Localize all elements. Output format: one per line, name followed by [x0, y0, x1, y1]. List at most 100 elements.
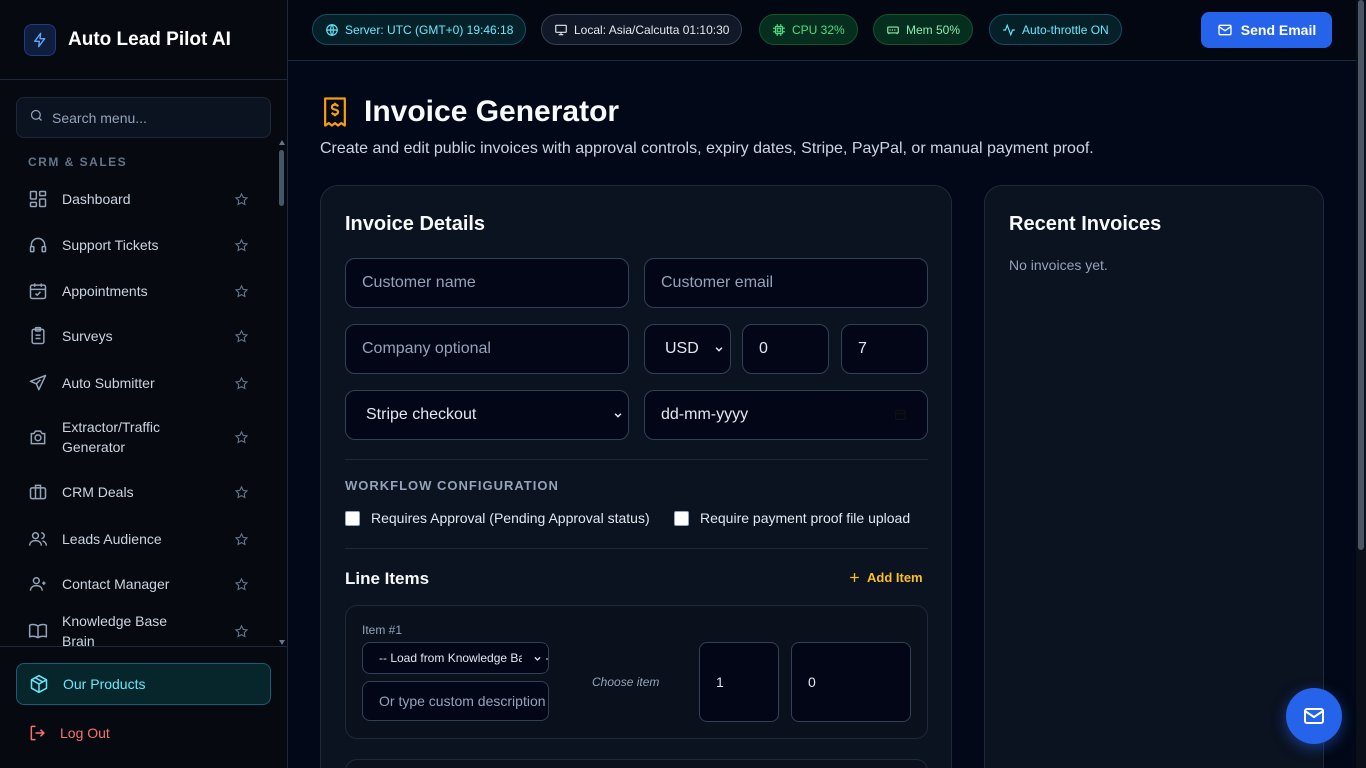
- mail-icon: [1304, 708, 1324, 724]
- line-item: Item #1 -- Load from Knowledge Base -- C…: [345, 605, 928, 739]
- our-products-button[interactable]: Our Products: [16, 663, 271, 705]
- sidebar-item-contact-manager[interactable]: Contact Manager: [16, 573, 271, 595]
- dashboard-icon: [29, 190, 47, 208]
- sidebar-item-dashboard[interactable]: Dashboard: [16, 188, 271, 210]
- our-products-label: Our Products: [63, 676, 146, 692]
- expiry-date-placeholder: dd-mm-yyyy: [644, 390, 928, 440]
- payment-method-select[interactable]: Stripe checkout: [345, 390, 629, 440]
- checkbox-box[interactable]: [674, 510, 689, 526]
- server-time-text: Server: UTC (GMT+0) 19:46:18: [345, 22, 514, 37]
- globe-icon: [326, 23, 338, 36]
- bolt-icon: [24, 23, 56, 56]
- auto-throttle-badge: Auto-throttle ON: [989, 14, 1122, 45]
- sidebar-item-label: Knowledge Base Brain: [62, 613, 168, 649]
- cpu-icon: [773, 23, 785, 36]
- customer-name-input[interactable]: [345, 258, 629, 308]
- sidebar-search[interactable]: [16, 97, 271, 138]
- local-time-text: Local: Asia/Calcutta 01:10:30: [574, 22, 730, 37]
- sidebar-item-appointments[interactable]: Appointments: [16, 280, 271, 302]
- briefcase-icon: [29, 484, 47, 500]
- page-scrollbar[interactable]: [1356, 0, 1366, 768]
- divider: [345, 548, 928, 549]
- star-icon[interactable]: [234, 485, 249, 500]
- send-email-label: Send Email: [1240, 22, 1317, 38]
- sidebar-item-label: Appointments: [62, 283, 148, 299]
- custom-description-input[interactable]: [362, 681, 549, 721]
- sidebar-item-label: Leads Audience: [62, 531, 162, 547]
- star-icon[interactable]: [234, 284, 249, 299]
- recent-invoices-empty: No invoices yet.: [1009, 257, 1108, 273]
- quantity-input[interactable]: [699, 642, 779, 722]
- requires-approval-checkbox[interactable]: Requires Approval (Pending Approval stat…: [345, 510, 650, 526]
- sidebar-item-surveys[interactable]: Surveys: [16, 325, 271, 347]
- divider: [345, 459, 928, 460]
- contacts-icon: [29, 577, 46, 591]
- sidebar-item-label: Contact Manager: [62, 576, 170, 592]
- sidebar-item-extractor[interactable]: Extractor/Traffic Generator: [16, 416, 271, 458]
- expiry-date-input[interactable]: dd-mm-yyyy: [644, 390, 928, 440]
- require-proof-label: Require payment proof file upload: [700, 510, 911, 526]
- cpu-badge: CPU 32%: [759, 14, 858, 45]
- star-icon[interactable]: [234, 532, 249, 547]
- sidebar-item-label: Auto Submitter: [62, 375, 155, 391]
- customer-email-input[interactable]: [644, 258, 928, 308]
- amount-input-b[interactable]: [841, 324, 928, 374]
- activity-icon: [1003, 23, 1015, 36]
- page-subtitle: Create and edit public invoices with app…: [320, 140, 1094, 157]
- sidebar-item-support-tickets[interactable]: Support Tickets: [16, 234, 271, 256]
- star-icon[interactable]: [234, 430, 249, 445]
- scroll-down-icon[interactable]: [279, 640, 285, 645]
- scroll-thumb[interactable]: [279, 150, 284, 206]
- sidebar-item-label: Dashboard: [62, 191, 131, 207]
- memory-text: Mem 50%: [906, 22, 961, 37]
- sidebar-item-auto-submitter[interactable]: Auto Submitter: [16, 372, 271, 394]
- sidebar-footer: Our Products Log Out: [0, 646, 288, 768]
- sidebar-item-leads-audience[interactable]: Leads Audience: [16, 528, 271, 550]
- server-time-badge: Server: UTC (GMT+0) 19:46:18: [312, 14, 527, 45]
- page-title: Invoice Generator: [364, 95, 620, 128]
- amount-input-a[interactable]: [742, 324, 829, 374]
- star-icon[interactable]: [234, 376, 249, 391]
- headset-icon: [29, 237, 47, 253]
- memory-badge: Mem 50%: [873, 14, 974, 45]
- email-fab-button[interactable]: [1286, 688, 1342, 744]
- invoice-details-heading: Invoice Details: [345, 213, 486, 235]
- company-input[interactable]: [345, 324, 629, 374]
- item-number: Item #1: [362, 623, 403, 637]
- sidebar-item-knowledge-base[interactable]: Knowledge Base Brain: [16, 613, 271, 649]
- payment-method-value: Stripe checkout: [345, 390, 629, 440]
- add-item-button[interactable]: Add Item: [848, 570, 923, 585]
- clipboard-icon: [31, 326, 45, 345]
- price-input[interactable]: [791, 642, 911, 722]
- require-proof-checkbox[interactable]: Require payment proof file upload: [674, 510, 910, 526]
- star-icon[interactable]: [234, 192, 249, 207]
- page-scroll-thumb[interactable]: [1358, 0, 1364, 550]
- logout-button[interactable]: Log Out: [28, 723, 110, 743]
- currency-select[interactable]: USD: [644, 324, 731, 374]
- logout-label: Log Out: [60, 725, 110, 741]
- cpu-text: CPU 32%: [792, 22, 845, 37]
- sidebar-item-crm-deals[interactable]: CRM Deals: [16, 481, 271, 503]
- monitor-icon: [555, 24, 567, 35]
- scroll-up-icon[interactable]: [279, 140, 285, 145]
- sidebar-scrollbar[interactable]: [279, 140, 285, 645]
- receipt-icon: [324, 97, 346, 127]
- recent-invoices-card: Recent Invoices No invoices yet.: [984, 185, 1324, 768]
- star-icon[interactable]: [234, 624, 249, 639]
- star-icon[interactable]: [234, 238, 249, 253]
- search-input[interactable]: [52, 109, 252, 126]
- camera-icon: [30, 430, 46, 445]
- checkbox-box[interactable]: [345, 510, 360, 526]
- sidebar-item-label: Extractor/Traffic Generator: [62, 419, 161, 455]
- mail-icon: [1218, 24, 1232, 36]
- memory-icon: [887, 26, 899, 34]
- star-icon[interactable]: [234, 577, 249, 592]
- knowledge-base-select[interactable]: -- Load from Knowledge Base --: [362, 642, 549, 674]
- star-icon[interactable]: [234, 329, 249, 344]
- local-time-badge: Local: Asia/Calcutta 01:10:30: [541, 14, 743, 45]
- section-label: CRM & SALES: [28, 155, 128, 169]
- sidebar-item-label: CRM Deals: [62, 484, 134, 500]
- brand: Auto Lead Pilot AI: [0, 0, 287, 80]
- send-email-button[interactable]: Send Email: [1201, 12, 1332, 48]
- line-items-title: Line Items: [345, 569, 430, 588]
